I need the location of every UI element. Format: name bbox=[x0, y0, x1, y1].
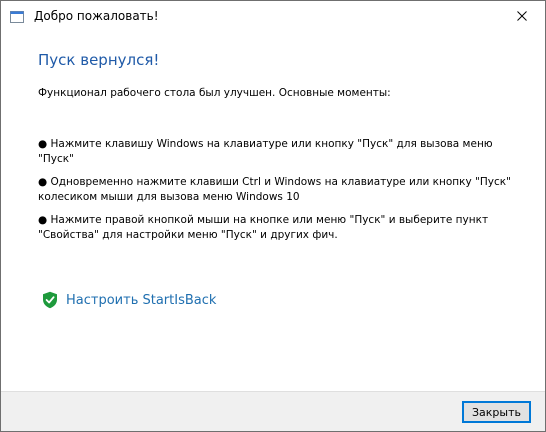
close-button[interactable]: Закрыть bbox=[462, 401, 531, 423]
window-icon bbox=[10, 11, 24, 23]
tip-item: ● Одновременно нажмите клавиши Ctrl и Wi… bbox=[38, 176, 511, 203]
window-title: Добро пожаловать! bbox=[34, 9, 159, 23]
page-heading: Пуск вернулся! bbox=[38, 51, 160, 69]
shield-check-icon bbox=[43, 291, 57, 309]
tip-item: ● Нажмите клавишу Windows на клавиатуре … bbox=[38, 138, 493, 165]
welcome-dialog: Добро пожаловать! Пуск вернулся! Функцио… bbox=[0, 0, 546, 432]
tip-item: ● Нажмите правой кнопкой мыши на кнопке … bbox=[38, 214, 489, 241]
configure-startisback-link[interactable]: Настроить StartIsBack bbox=[42, 290, 216, 310]
title-bar: Добро пожаловать! bbox=[1, 1, 545, 32]
window-close-button[interactable] bbox=[499, 1, 545, 31]
intro-text: Функционал рабочего стола был улучшен. О… bbox=[38, 87, 391, 99]
dialog-footer: Закрыть bbox=[1, 391, 545, 431]
configure-link-label: Настроить StartIsBack bbox=[66, 292, 217, 308]
close-icon bbox=[517, 11, 527, 21]
